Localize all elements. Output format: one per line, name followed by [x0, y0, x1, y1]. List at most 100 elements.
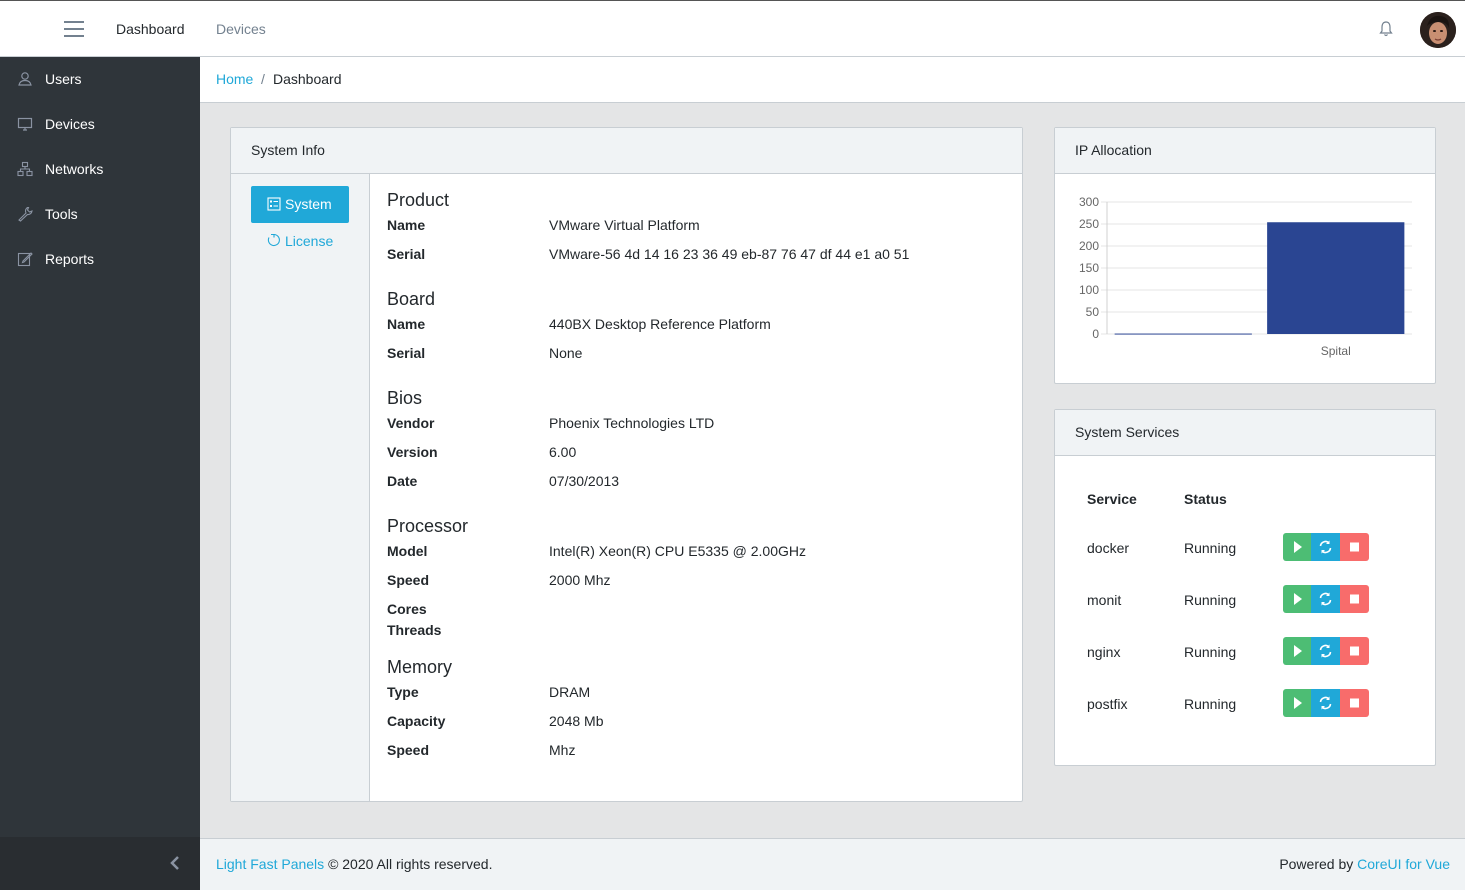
- service-name: docker: [1087, 540, 1130, 556]
- start-button[interactable]: [1283, 637, 1312, 665]
- play-icon: [1294, 697, 1302, 709]
- service-name: monit: [1087, 592, 1122, 608]
- y-tick-label: 0: [1092, 327, 1099, 341]
- nav-devices-link[interactable]: Devices: [216, 21, 266, 37]
- card-header: IP Allocation: [1055, 128, 1435, 174]
- badge-icon: [267, 233, 280, 247]
- tab-system[interactable]: System: [251, 186, 349, 223]
- start-button[interactable]: [1283, 585, 1312, 613]
- section-title-product: Product: [387, 190, 450, 210]
- ip-allocation-chart: 0 50 100 150 200 250 300 Spital: [1079, 195, 1412, 358]
- stop-button[interactable]: [1340, 637, 1369, 665]
- service-actions: [1283, 533, 1369, 561]
- processor-threads-label: Threads: [387, 622, 442, 638]
- bios-vendor-value: Phoenix Technologies LTD: [549, 415, 715, 431]
- stop-icon: [1350, 646, 1359, 656]
- restart-button[interactable]: [1311, 585, 1340, 613]
- memory-capacity-label: Capacity: [387, 713, 446, 729]
- y-tick-label: 150: [1079, 261, 1099, 275]
- sidebar-item-label: Tools: [45, 206, 78, 222]
- refresh-icon: [1319, 644, 1332, 658]
- x-tick-label: Spital: [1321, 344, 1351, 358]
- y-tick-label: 250: [1079, 217, 1099, 231]
- nav-dashboard-link[interactable]: Dashboard: [116, 21, 185, 37]
- stop-icon: [1350, 542, 1359, 552]
- footer-copyright: © 2020 All rights reserved.: [328, 856, 493, 872]
- y-tick-label: 200: [1079, 239, 1099, 253]
- board-serial-label: Serial: [387, 345, 426, 361]
- board-name-label: Name: [387, 316, 426, 332]
- stop-button[interactable]: [1340, 533, 1369, 561]
- bios-version-value: 6.00: [549, 444, 577, 460]
- start-button[interactable]: [1283, 689, 1312, 717]
- breadcrumb-separator: /: [261, 71, 265, 87]
- service-name: nginx: [1087, 644, 1121, 660]
- play-icon: [1294, 541, 1302, 553]
- footer-right: Powered by CoreUI for Vue: [1279, 856, 1450, 872]
- app-header: Dashboard Devices: [0, 0, 1465, 57]
- restart-button[interactable]: [1311, 689, 1340, 717]
- refresh-icon: [1319, 540, 1332, 554]
- menu-toggle-icon[interactable]: [64, 21, 84, 37]
- processor-cores-label: Cores: [387, 601, 427, 617]
- service-name: postfix: [1087, 696, 1128, 712]
- card-title: System Services: [1075, 424, 1180, 440]
- note-icon: [17, 252, 33, 267]
- memory-type-label: Type: [387, 684, 419, 700]
- section-title-bios: Bios: [387, 388, 423, 408]
- tab-system-label: System: [285, 196, 332, 212]
- footer-powered-by: Powered by: [1279, 856, 1354, 872]
- app-footer: Light Fast Panels © 2020 All rights rese…: [200, 838, 1465, 890]
- tab-license-label: License: [285, 233, 334, 249]
- bar: [1114, 333, 1252, 335]
- chevron-left-icon[interactable]: [168, 855, 182, 871]
- sidebar-item-users[interactable]: Users: [0, 57, 200, 102]
- footer-framework-link[interactable]: CoreUI for Vue: [1357, 856, 1450, 872]
- bios-version-label: Version: [387, 444, 438, 460]
- user-icon: [18, 72, 32, 86]
- service-status: Running: [1184, 696, 1237, 712]
- sidebar-item-networks[interactable]: Networks: [0, 147, 200, 192]
- stop-button[interactable]: [1340, 585, 1369, 613]
- breadcrumb: Home / Dashboard: [200, 57, 1465, 103]
- product-serial-value: VMware-56 4d 14 16 23 36 49 eb-87 76 47 …: [549, 246, 910, 262]
- sitemap-icon: [17, 161, 33, 177]
- system-info-card: System Info System License Product Name …: [230, 127, 1023, 802]
- restart-button[interactable]: [1311, 533, 1340, 561]
- bell-icon[interactable]: [1378, 20, 1394, 38]
- start-button[interactable]: [1283, 533, 1312, 561]
- processor-model-value: Intel(R) Xeon(R) CPU E5335 @ 2.00GHz: [549, 543, 806, 559]
- list-icon: [267, 197, 281, 211]
- card-title: IP Allocation: [1075, 142, 1152, 158]
- bios-date-value: 07/30/2013: [549, 473, 620, 489]
- processor-speed-value: 2000 Mhz: [549, 572, 611, 588]
- stop-icon: [1350, 698, 1359, 708]
- sidebar-item-tools[interactable]: Tools: [0, 192, 200, 237]
- card-header: System Services: [1055, 410, 1435, 456]
- sidebar-item-label: Users: [45, 71, 82, 87]
- sidebar-item-label: Devices: [45, 116, 95, 132]
- restart-button[interactable]: [1311, 637, 1340, 665]
- avatar[interactable]: [1420, 12, 1456, 48]
- refresh-icon: [1319, 592, 1332, 606]
- memory-speed-label: Speed: [387, 742, 430, 758]
- stop-button[interactable]: [1340, 689, 1369, 717]
- sidebar-item-devices[interactable]: Devices: [0, 102, 200, 147]
- product-name-label: Name: [387, 217, 426, 233]
- services-header-service: Service: [1087, 491, 1137, 507]
- product-serial-label: Serial: [387, 246, 426, 262]
- stop-icon: [1350, 594, 1359, 604]
- breadcrumb-home-link[interactable]: Home: [216, 71, 253, 87]
- sidebar-item-reports[interactable]: Reports: [0, 237, 200, 282]
- footer-brand-link[interactable]: Light Fast Panels: [216, 856, 324, 872]
- ip-allocation-card: IP Allocation 0 50 100 150 200 250 300 Spital: [1054, 127, 1436, 384]
- monitor-icon: [17, 117, 33, 131]
- refresh-icon: [1319, 696, 1332, 710]
- y-tick-label: 50: [1086, 305, 1100, 319]
- bios-vendor-label: Vendor: [387, 415, 435, 431]
- service-actions: [1283, 689, 1369, 717]
- system-services-card: System Services Service Status docker Ru…: [1054, 409, 1436, 766]
- card-header: System Info: [231, 128, 1022, 174]
- services-header-status: Status: [1184, 491, 1227, 507]
- play-icon: [1294, 645, 1302, 657]
